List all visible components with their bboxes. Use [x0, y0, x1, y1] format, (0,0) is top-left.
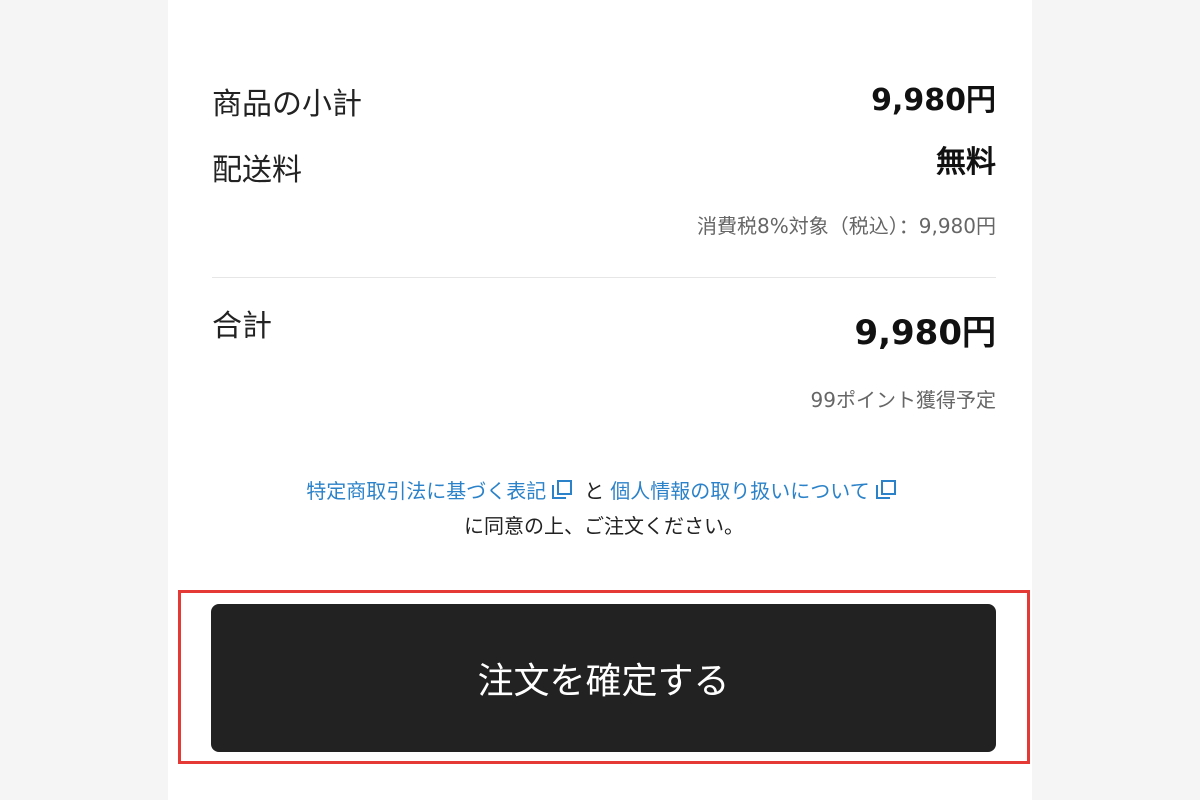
total-row: 合計 9,980円 — [212, 309, 996, 353]
shipping-value: 無料 — [936, 145, 996, 180]
privacy-policy-link[interactable]: 個人情報の取り扱いについて — [610, 479, 869, 503]
subtotal-row: 商品の小計 9,980円 — [212, 86, 996, 120]
total-label: 合計 — [212, 309, 272, 344]
summary-divider — [212, 277, 996, 278]
external-link-icon[interactable] — [552, 480, 574, 500]
shipping-row: 配送料 無料 — [212, 148, 996, 186]
subtotal-label: 商品の小計 — [212, 87, 362, 122]
legal-notice-link[interactable]: 特定商取引法に基づく表記 — [306, 479, 546, 503]
subtotal-value: 9,980円 — [871, 83, 996, 118]
external-link-icon[interactable] — [875, 480, 898, 500]
total-value: 9,980円 — [854, 313, 996, 353]
tax-note: 消費税8%対象（税込）：9,980円 — [697, 214, 996, 238]
confirm-order-label: 注文を確定する — [477, 661, 730, 702]
agreement-connector: と — [584, 479, 605, 503]
consent-text: に同意の上、ご注文ください。 — [464, 514, 744, 538]
shipping-label: 配送料 — [212, 153, 302, 188]
confirm-order-button[interactable]: 注文を確定する — [211, 604, 996, 752]
agreement-links: 特定商取引法に基づく表記 と個人情報の取り扱いについて — [212, 480, 996, 501]
points-note: 99ポイント獲得予定 — [810, 388, 996, 412]
